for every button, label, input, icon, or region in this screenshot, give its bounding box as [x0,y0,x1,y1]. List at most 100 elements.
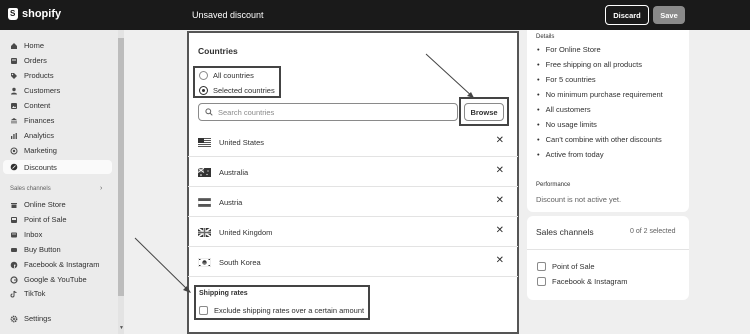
sidebar-item-products[interactable]: Products [10,71,54,80]
chevron-right-icon[interactable]: › [100,185,102,192]
divider [188,216,518,217]
detail-item: • Can't combine with other discounts [537,135,662,144]
remove-country-button[interactable]: ✕ [496,135,504,146]
sidebar-item-label: TikTok [24,289,46,298]
detail-item: • All customers [537,105,591,114]
sidebar-item-label: Finances [24,116,55,125]
remove-country-button[interactable]: ✕ [496,225,504,236]
au-flag-icon [198,167,211,177]
detail-item: • No usage limits [537,120,597,129]
sidebar-item-tiktok[interactable]: TikTok [10,289,45,298]
country-row-united-states: United States ✕ [198,134,508,150]
gear-icon [10,315,18,322]
sidebar-item-label: Settings [24,314,52,323]
detail-item: • For 5 countries [537,75,596,84]
detail-item: • Active from today [537,150,604,159]
countries-heading: Countries [198,46,238,56]
sidebar-item-label: Online Store [24,200,66,209]
sidebar-item-label: Discounts [24,162,57,172]
sidebar-item-marketing[interactable]: Marketing [10,146,57,155]
sidebar-item-label: Content [24,101,51,110]
divider [188,276,518,277]
sidebar-item-label: Buy Button [24,245,61,254]
home-icon [11,42,17,49]
country-name: Australia [219,167,249,177]
sidebar-item-label: Analytics [24,131,55,140]
sidebar-item-label: Facebook & Instagram [24,260,100,269]
channel-checkbox[interactable] [537,277,546,286]
pos-icon [11,216,17,223]
sidebar-item-label: Customers [24,86,61,95]
target-icon [10,147,18,154]
sidebar-item-analytics[interactable]: Analytics [10,131,54,140]
performance-heading: Performance [536,182,571,188]
buy-button-icon [11,247,17,252]
radio-label: All countries [213,71,254,80]
exclude-shipping-checkbox[interactable] [199,306,208,315]
exclude-shipping-checkbox-row[interactable]: Exclude shipping rates over a certain am… [199,306,364,315]
tiktok-icon [10,290,17,297]
inbox-icon [11,232,17,237]
channel-checkbox[interactable] [537,262,546,271]
page-title: Unsaved discount [192,10,264,20]
divider [188,156,518,157]
detail-item: • No minimum purchase requirement [537,90,663,99]
radio-button[interactable] [199,71,208,80]
divider [188,186,518,187]
remove-country-button[interactable]: ✕ [496,165,504,176]
search-countries-input[interactable] [218,107,438,117]
sidebar-item-label: Home [24,41,45,50]
kr-flag-icon [198,257,211,267]
channel-option-point-of-sale[interactable]: Point of Sale [537,262,595,271]
search-countries-field[interactable] [198,103,458,121]
remove-country-button[interactable]: ✕ [496,255,504,266]
checkbox-label: Exclude shipping rates over a certain am… [214,306,365,315]
browse-button[interactable]: Browse [464,103,504,121]
remove-country-button[interactable]: ✕ [496,195,504,206]
checkbox-label: Facebook & Instagram [552,277,628,286]
shipping-rates-heading: Shipping rates [199,290,248,297]
country-row-united-kingdom: United Kingdom ✕ [198,224,508,240]
sidebar-item-label: Inbox [24,230,43,239]
sidebar-item-label: Products [24,71,54,80]
radio-selected-countries[interactable]: Selected countries [199,86,275,95]
us-flag-icon [198,137,211,147]
sidebar-scroll-thumb[interactable] [118,38,124,296]
sidebar-item-facebook-instagram[interactable]: Facebook & Instagram [10,260,99,269]
country-name: United Kingdom [219,227,273,237]
sidebar-item-content[interactable]: Content [10,101,50,110]
sidebar-item-label: Marketing [24,146,57,155]
performance-status: Discount is not active yet. [536,195,622,204]
channel-option-facebook-instagram[interactable]: Facebook & Instagram [537,277,627,286]
save-button[interactable]: Save [653,6,685,24]
content-icon [11,102,17,109]
gb-flag-icon [198,227,211,237]
checkbox-label: Point of Sale [552,262,595,271]
top-bar: shopify Unsaved discount Discard Save [0,0,750,30]
sidebar-item-orders[interactable]: Orders [10,56,47,65]
sidebar-item-label: Point of Sale [24,215,67,224]
sidebar-item-settings[interactable]: Settings [10,314,51,323]
detail-item: • For Online Store [537,45,601,54]
country-row-south-korea: South Korea ✕ [198,254,508,270]
sidebar-item-google-youtube[interactable]: Google & YouTube [10,275,87,284]
radio-all-countries[interactable]: All countries [199,71,254,80]
store-icon [11,202,17,208]
sidebar-item-online-store[interactable]: Online Store [10,200,66,209]
bank-icon [11,117,17,123]
sales-channels-heading: Sales channels [536,227,594,237]
sidebar-item-discounts[interactable]: Discounts [3,160,112,174]
sidebar-item-customers[interactable]: Customers [10,86,60,95]
scroll-down-arrow-icon[interactable]: ▼ [119,325,124,331]
sidebar-item-buy-button[interactable]: Buy Button [10,245,61,254]
discard-button[interactable]: Discard [605,5,649,25]
radio-button-checked[interactable] [199,86,208,95]
shopify-logo[interactable]: shopify [8,8,61,20]
sidebar-item-point-of-sale[interactable]: Point of Sale [10,215,67,224]
divider [527,249,689,250]
orders-icon [11,57,17,64]
sidebar-item-home[interactable]: Home [10,41,44,50]
shopify-bag-icon [8,8,18,20]
sidebar-item-inbox[interactable]: Inbox [10,230,42,239]
sidebar-item-finances[interactable]: Finances [10,116,54,125]
